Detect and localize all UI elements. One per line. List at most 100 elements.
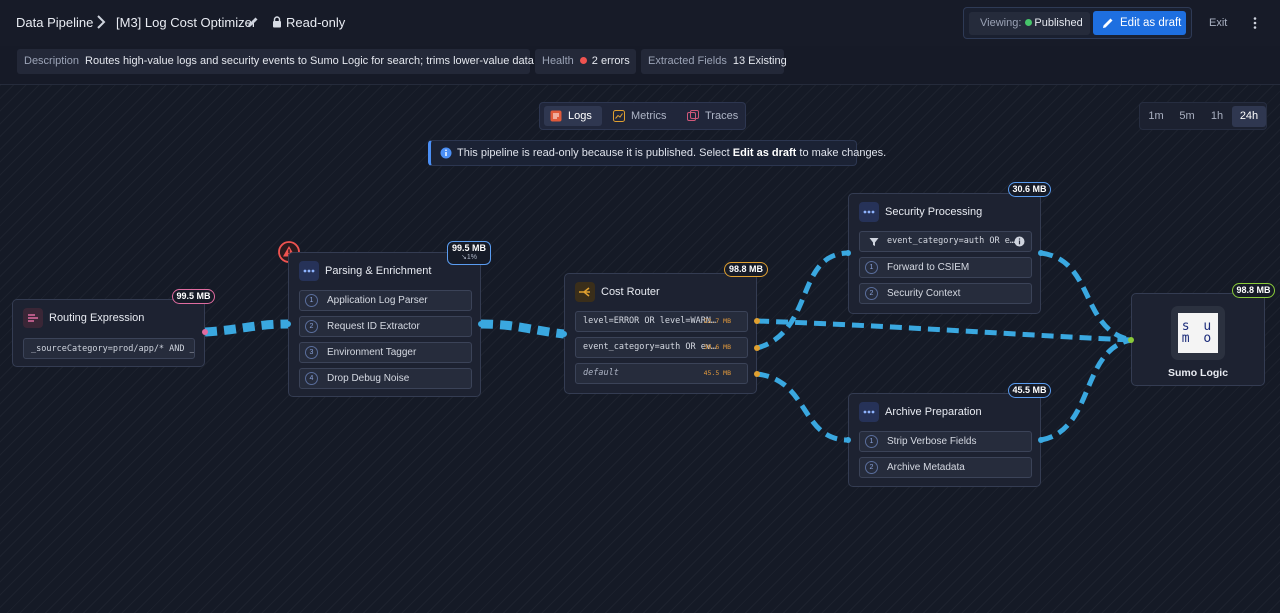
node-cost-router[interactable]: Cost Router level=ERROR OR level=WARN… 22… — [564, 273, 757, 394]
info-icon — [440, 147, 452, 159]
time-range-group: 1m 5m 1h 24h — [1139, 102, 1267, 130]
step-row[interactable]: 1 Strip Verbose Fields — [859, 431, 1032, 452]
node-routing-title: Routing Expression — [49, 312, 145, 324]
router-icon — [575, 282, 595, 302]
time-range-24h[interactable]: 24h — [1232, 106, 1266, 127]
routing-out-port[interactable] — [202, 329, 208, 335]
step-label: Strip Verbose Fields — [887, 436, 977, 447]
step-row[interactable]: 2 Security Context — [859, 283, 1032, 304]
banner-text-bold: Edit as draft — [732, 147, 797, 159]
archive-out-port[interactable] — [1038, 437, 1044, 443]
router-volume-badge: 98.8 MB — [724, 262, 768, 277]
step-row[interactable]: 4 Drop Debug Noise — [299, 368, 472, 389]
step-label: Drop Debug Noise — [327, 373, 410, 384]
route-size: 45.5 MB — [703, 369, 731, 377]
signal-tabs: Logs Metrics Traces — [539, 102, 746, 130]
readonly-info-banner: This pipeline is read-only because it is… — [428, 140, 886, 166]
processing-icon — [859, 402, 879, 422]
step-number-2: 2 — [865, 287, 878, 300]
time-range-5m[interactable]: 5m — [1173, 106, 1201, 127]
routing-icon — [23, 308, 43, 328]
tab-logs-label: Logs — [568, 110, 592, 122]
time-range-1h[interactable]: 1h — [1203, 106, 1231, 127]
router-in-port[interactable] — [561, 331, 567, 337]
destination-in-port[interactable] — [1128, 337, 1134, 343]
edge-router-archive — [756, 371, 849, 443]
route-expression: event_category=auth OR ev… — [583, 342, 717, 352]
archive-in-port[interactable] — [845, 437, 851, 443]
edge-router-security — [756, 250, 849, 351]
parsing-volume-delta: ↘1% — [461, 254, 477, 261]
step-row[interactable]: 1 Forward to CSIEM — [859, 257, 1032, 278]
security-filter-row[interactable]: event_category=auth OR e… — [859, 231, 1032, 252]
step-label: Environment Tagger — [327, 347, 417, 358]
edge-security-sumo — [1040, 250, 1132, 343]
sumo-logic-logo: s um o — [1171, 306, 1225, 360]
archive-volume-badge: 45.5 MB — [1008, 383, 1051, 398]
route-expression: level=ERROR OR level=WARN… — [583, 316, 717, 326]
parsing-out-port[interactable] — [478, 321, 484, 327]
step-label: Request ID Extractor — [327, 321, 420, 332]
route-out-port[interactable] — [754, 345, 760, 351]
tab-logs[interactable]: Logs — [544, 106, 602, 126]
edge-parsing-router — [480, 319, 565, 339]
node-security-title: Security Processing — [885, 206, 983, 218]
route-row-default[interactable]: default 45.5 MB — [575, 363, 748, 384]
logs-icon — [550, 110, 562, 122]
info-icon[interactable] — [1014, 236, 1025, 247]
step-label: Forward to CSIEM — [887, 262, 970, 273]
tab-traces-label: Traces — [705, 110, 739, 122]
route-row[interactable]: level=ERROR OR level=WARN… 22.7 MB — [575, 311, 748, 332]
route-size: 22.7 MB — [703, 317, 731, 325]
traces-icon — [687, 110, 699, 121]
node-archive-title: Archive Preparation — [885, 406, 982, 418]
tab-traces[interactable]: Traces — [681, 106, 743, 126]
edge-routing-parsing — [204, 319, 289, 337]
security-out-port[interactable] — [1038, 250, 1044, 256]
route-row[interactable]: event_category=auth OR ev… 30.6 MB — [575, 337, 748, 358]
processing-icon — [859, 202, 879, 222]
step-number-1: 1 — [865, 435, 878, 448]
route-out-port[interactable] — [754, 318, 760, 324]
processing-icon — [299, 261, 319, 281]
route-size: 30.6 MB — [703, 343, 731, 351]
banner-text-post: to make changes. — [796, 147, 887, 159]
time-range-1m[interactable]: 1m — [1142, 106, 1170, 127]
step-label: Security Context — [887, 288, 961, 299]
step-number-1: 1 — [305, 294, 318, 307]
node-security-processing[interactable]: Security Processing event_category=auth … — [848, 193, 1041, 314]
edge-archive-sumo — [1040, 337, 1132, 443]
node-archive-preparation[interactable]: Archive Preparation 1 Strip Verbose Field… — [848, 393, 1041, 487]
step-number-2: 2 — [305, 320, 318, 333]
routing-expression-field[interactable]: _sourceCategory=prod/app/* AND _… — [23, 338, 195, 359]
parsing-in-port[interactable] — [285, 321, 291, 327]
parsing-volume-badge: 99.5 MB ↘1% — [447, 241, 491, 265]
security-volume-badge: 30.6 MB — [1008, 182, 1051, 197]
node-parsing-enrichment[interactable]: Parsing & Enrichment 1 Application Log Pa… — [288, 252, 481, 397]
step-label: Application Log Parser — [327, 295, 428, 306]
step-number-4: 4 — [305, 372, 318, 385]
parsing-volume-value: 99.5 MB — [451, 243, 486, 253]
edge-router-sumo — [756, 318, 1132, 343]
step-row[interactable]: 1 Application Log Parser — [299, 290, 472, 311]
route-out-port[interactable] — [754, 371, 760, 377]
step-row[interactable]: 2 Request ID Extractor — [299, 316, 472, 337]
step-number-3: 3 — [305, 346, 318, 359]
step-row[interactable]: 3 Environment Tagger — [299, 342, 472, 363]
route-expression: default — [583, 368, 619, 378]
step-row[interactable]: 2 Archive Metadata — [859, 457, 1032, 478]
tab-metrics-label: Metrics — [631, 110, 667, 122]
routing-volume-badge: 99.5 MB — [172, 289, 215, 304]
filter-icon — [869, 238, 879, 246]
metrics-icon — [613, 110, 625, 122]
node-parsing-title: Parsing & Enrichment — [325, 265, 432, 277]
security-filter-expression: event_category=auth OR e… — [887, 236, 1015, 246]
destination-title: Sumo Logic — [1167, 367, 1229, 379]
step-number-1: 1 — [865, 261, 878, 274]
tab-metrics[interactable]: Metrics — [607, 106, 675, 126]
node-routing-expression[interactable]: Routing Expression _sourceCategory=prod/… — [12, 299, 205, 367]
destination-volume-badge: 98.8 MB — [1232, 283, 1275, 298]
security-in-port[interactable] — [845, 250, 851, 256]
step-label: Archive Metadata — [887, 462, 965, 473]
node-router-title: Cost Router — [601, 286, 660, 298]
